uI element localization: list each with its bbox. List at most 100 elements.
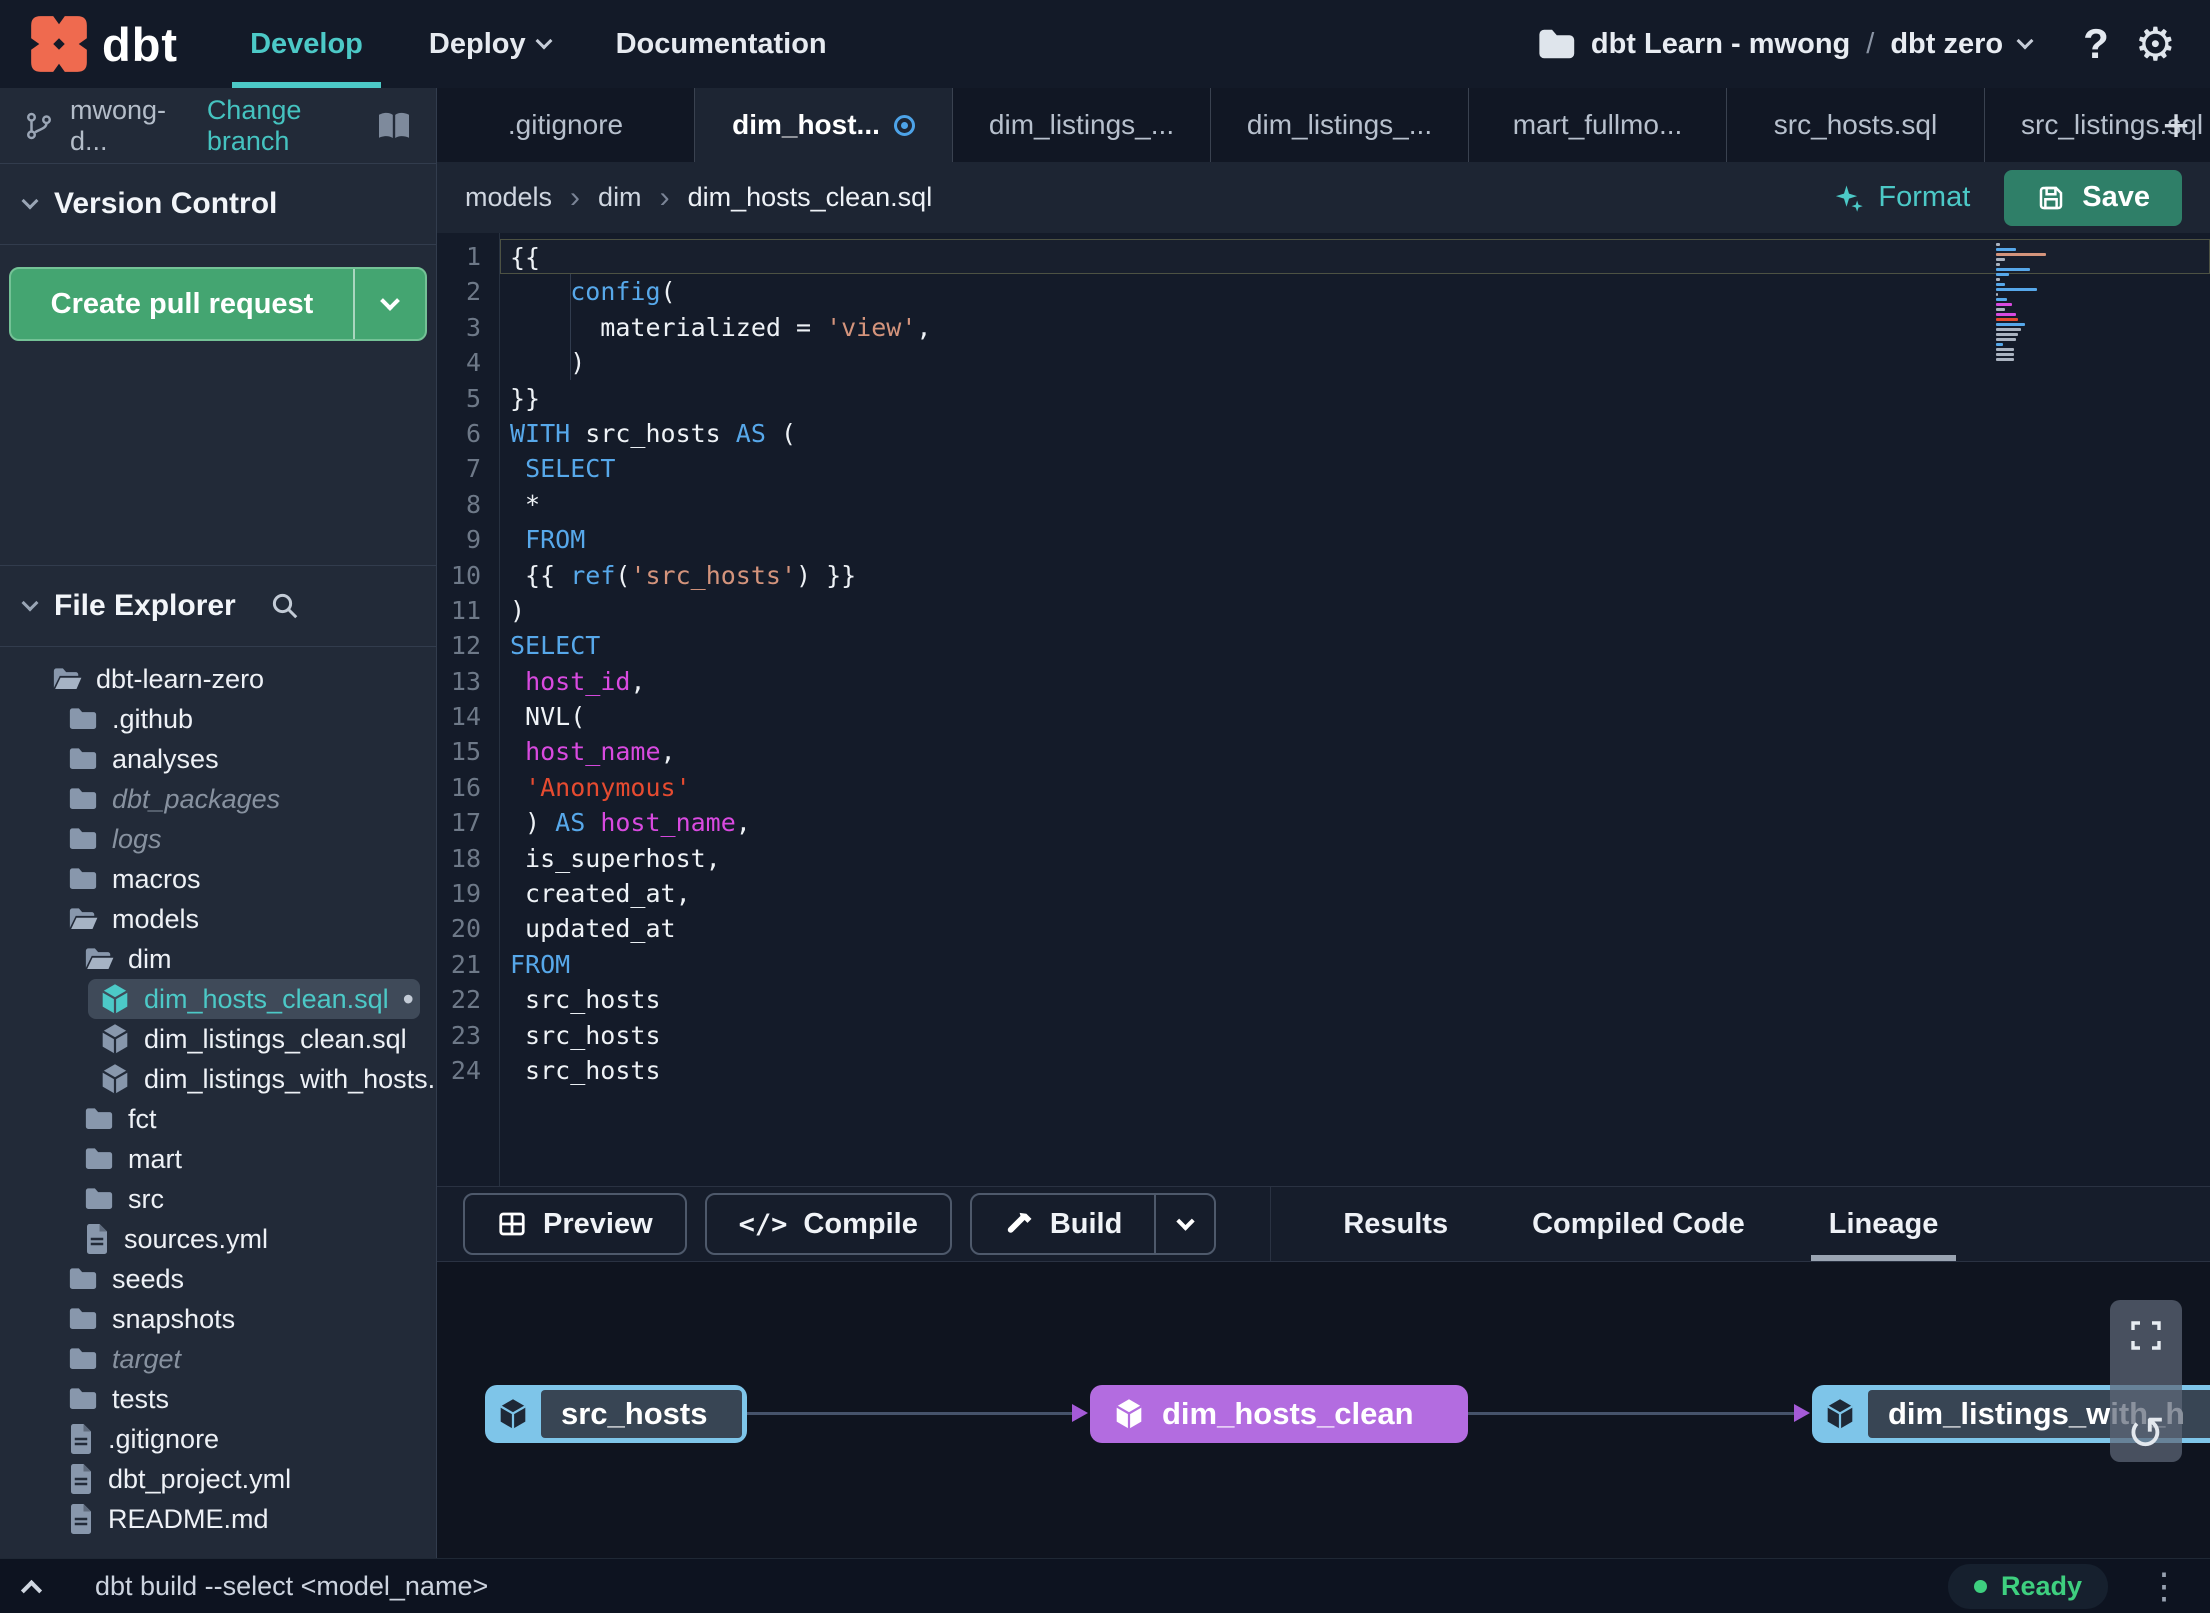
tab-results[interactable]: Results [1301, 1187, 1490, 1261]
code-line-20[interactable]: updated_at [500, 911, 2210, 946]
expand-console-chevron-up-icon[interactable] [20, 1579, 43, 1601]
tree-item-.github[interactable]: .github [0, 699, 436, 739]
editor-minimap[interactable] [1996, 243, 2052, 363]
lineage-node-src-hosts[interactable]: src_hosts [485, 1385, 747, 1443]
editor-tab-dim-host...[interactable]: dim_host... [695, 88, 953, 162]
build-button[interactable]: Build [969, 1193, 1217, 1255]
change-branch-link[interactable]: Change branch [207, 95, 360, 157]
create-pull-request-button[interactable]: Create pull request [9, 267, 427, 341]
code-line-6[interactable]: WITH src_hosts AS ( [500, 416, 2210, 451]
breadcrumb-item[interactable]: models [465, 182, 552, 213]
create-pull-request-label[interactable]: Create pull request [11, 269, 353, 339]
editor-tab-.gitignore[interactable]: .gitignore [437, 88, 695, 162]
lineage-edge [1468, 1404, 1810, 1422]
code-line-2[interactable]: config( [500, 274, 2210, 309]
build-button-main[interactable]: Build [972, 1195, 1155, 1253]
code-line-3[interactable]: materialized = 'view', [500, 310, 2210, 345]
kebab-menu-icon[interactable]: ⋮ [2136, 1565, 2192, 1607]
tree-item-dim-hosts-clean.sql[interactable]: dim_hosts_clean.sql • [88, 979, 420, 1019]
settings-gear-icon[interactable]: ⚙ [2135, 21, 2176, 67]
tree-item-dbt-learn-zero[interactable]: dbt-learn-zero [0, 659, 436, 699]
save-button[interactable]: Save [2004, 169, 2182, 226]
editor-tab-dim-listings-...[interactable]: dim_listings_... [953, 88, 1211, 162]
tab-lineage[interactable]: Lineage [1787, 1187, 1981, 1261]
code-line-13[interactable]: host_id, [500, 664, 2210, 699]
code-line-10[interactable]: {{ ref('src_hosts') }} [500, 558, 2210, 593]
tree-item-snapshots[interactable]: snapshots [0, 1299, 436, 1339]
preview-button[interactable]: Preview [463, 1193, 687, 1255]
code-area[interactable]: {{ config( materialized = 'view', )}} WIT… [499, 233, 2210, 1186]
breadcrumb-item[interactable]: dim_hosts_clean.sql [688, 182, 933, 213]
lineage-controls: ↺ [2110, 1300, 2182, 1462]
code-line-7[interactable]: SELECT [500, 451, 2210, 486]
build-dropdown-caret[interactable] [1154, 1195, 1214, 1253]
docs-book-icon[interactable] [376, 111, 412, 141]
code-line-5[interactable]: }} [500, 381, 2210, 416]
nav-chevron-down-icon [535, 32, 553, 50]
tree-item-models[interactable]: models [0, 899, 436, 939]
code-line-19[interactable]: created_at, [500, 876, 2210, 911]
format-button[interactable]: Format [1834, 181, 1970, 214]
tree-item-dbt-packages[interactable]: dbt_packages [0, 779, 436, 819]
tree-item-fct[interactable]: fct [0, 1099, 436, 1139]
line-number: 12 [450, 631, 481, 661]
tree-item-src[interactable]: src [0, 1179, 436, 1219]
file-explorer-header[interactable]: File Explorer [0, 566, 436, 647]
code-line-8[interactable]: * [500, 487, 2210, 522]
fullscreen-icon[interactable] [2129, 1318, 2163, 1352]
dbt-logo[interactable]: dbt [30, 0, 178, 88]
breadcrumb-item[interactable]: dim [598, 182, 642, 213]
help-button[interactable]: ? [2083, 20, 2109, 68]
search-icon[interactable] [270, 591, 300, 621]
code-line-15[interactable]: host_name, [500, 734, 2210, 769]
tree-item-sources.yml[interactable]: sources.yml [0, 1219, 436, 1259]
editor-tab-src-hosts.sql[interactable]: src_hosts.sql [1727, 88, 1985, 162]
code-line-23[interactable]: src_hosts [500, 1018, 2210, 1053]
tree-item-tests[interactable]: tests [0, 1379, 436, 1419]
editor-tab-mart-fullmo...[interactable]: mart_fullmo... [1469, 88, 1727, 162]
code-line-24[interactable]: src_hosts [500, 1053, 2210, 1088]
project-picker[interactable]: dbt Learn - mwong / dbt zero [1537, 28, 2034, 61]
create-pull-request-dropdown[interactable] [353, 269, 425, 339]
tree-item-dim-listings-with-hosts...[interactable]: dim_listings_with_hosts... [0, 1059, 436, 1099]
code-line-4[interactable]: ) [500, 345, 2210, 380]
tree-item-mart[interactable]: mart [0, 1139, 436, 1179]
code-line-18[interactable]: is_superhost, [500, 841, 2210, 876]
preview-button-main[interactable]: Preview [465, 1195, 685, 1253]
tree-item-dbt-project.yml[interactable]: dbt_project.yml [0, 1459, 436, 1499]
tree-item-analyses[interactable]: analyses [0, 739, 436, 779]
tree-item-seeds[interactable]: seeds [0, 1259, 436, 1299]
refresh-icon[interactable]: ↺ [2127, 1410, 2166, 1456]
code-line-16[interactable]: 'Anonymous' [500, 770, 2210, 805]
tree-item-dim[interactable]: dim [0, 939, 436, 979]
folder-icon [84, 1186, 114, 1212]
code-editor[interactable]: 1 2 3 4 5 6 7 8 9 10 11 12 13 14 15 16 17 18 19 20 21 22 23 24 … [437, 233, 2210, 1186]
version-control-header[interactable]: Version Control [0, 164, 436, 245]
nav-item-documentation[interactable]: Documentation [616, 0, 827, 88]
code-line-1[interactable]: {{ [500, 239, 2210, 275]
tab-compiled-code[interactable]: Compiled Code [1490, 1187, 1787, 1261]
code-line-22[interactable]: src_hosts [500, 982, 2210, 1017]
compile-button-main[interactable]: </> Compile [707, 1195, 950, 1253]
code-line-9[interactable]: FROM [500, 522, 2210, 557]
new-tab-button[interactable]: + [2148, 88, 2204, 162]
tree-item-readme.md[interactable]: README.md [0, 1499, 436, 1539]
tree-item-macros[interactable]: macros [0, 859, 436, 899]
line-number: 11 [450, 595, 481, 625]
lineage-node-dim-hosts-clean[interactable]: dim_hosts_clean [1090, 1385, 1468, 1443]
nav-item-develop[interactable]: Develop [232, 0, 381, 88]
tree-item-dim-listings-clean.sql[interactable]: dim_listings_clean.sql [0, 1019, 436, 1059]
compile-button[interactable]: </> Compile [704, 1193, 952, 1255]
code-line-12[interactable]: SELECT [500, 628, 2210, 663]
nav-item-deploy[interactable]: Deploy [429, 0, 553, 88]
editor-tab-dim-listings-...[interactable]: dim_listings_... [1211, 88, 1469, 162]
tree-item-target[interactable]: target [0, 1339, 436, 1379]
code-line-14[interactable]: NVL( [500, 699, 2210, 734]
tree-item-.gitignore[interactable]: .gitignore [0, 1419, 436, 1459]
code-line-17[interactable]: ) AS host_name, [500, 805, 2210, 840]
code-line-11[interactable]: ) [500, 593, 2210, 628]
line-number: 7 [465, 454, 481, 484]
tree-item-logs[interactable]: logs [0, 819, 436, 859]
code-line-21[interactable]: FROM [500, 947, 2210, 982]
tree-item-label: dbt-learn-zero [96, 663, 265, 694]
